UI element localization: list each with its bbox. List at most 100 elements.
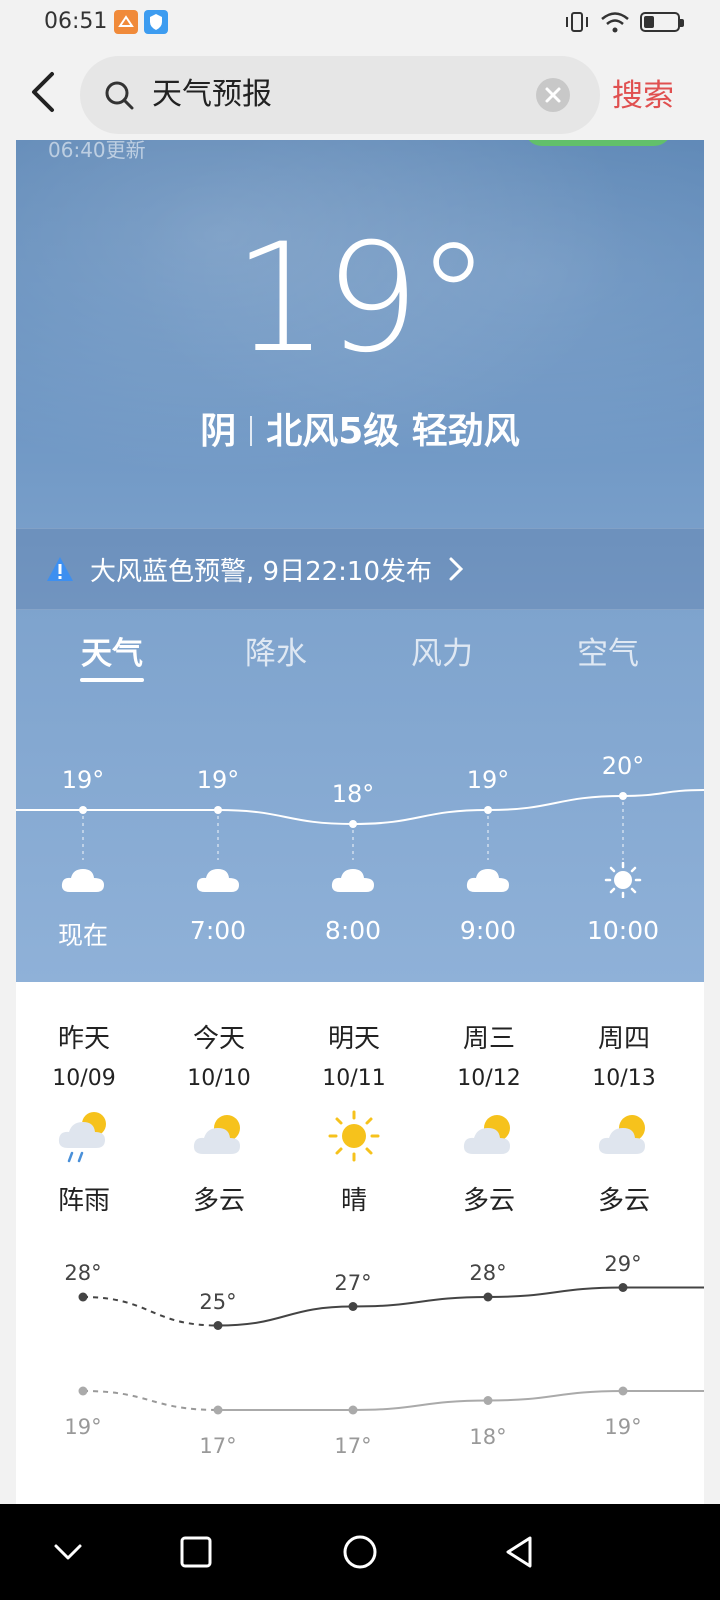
battery-icon	[640, 12, 684, 32]
hour-label: 7:00	[189, 916, 247, 945]
low-temp-point	[348, 1405, 358, 1415]
hour-temperature: 18°	[331, 780, 375, 808]
hour-point	[214, 806, 222, 814]
weather-alert[interactable]: 大风蓝色预警, 9日22:10发布	[16, 528, 704, 610]
high-temperature: 25°	[199, 1289, 237, 1314]
day-name: 今天	[192, 1024, 245, 1054]
tab-air[interactable]: 空气	[548, 628, 668, 673]
cloud-icon	[331, 869, 374, 892]
tab-precipitation[interactable]: 降水	[216, 628, 336, 673]
tab-weather[interactable]: 天气	[52, 628, 172, 673]
day-condition: 多云	[597, 1186, 650, 1216]
hour-temperature: 19°	[466, 766, 510, 794]
partly-cloudy-icon	[598, 1115, 645, 1154]
day-date: 10/09	[52, 1066, 116, 1091]
tab-indicator	[80, 678, 144, 682]
sun-icon	[604, 862, 642, 898]
home-button[interactable]	[338, 1530, 382, 1574]
low-temperature: 19°	[64, 1415, 102, 1439]
low-temp-point	[213, 1405, 223, 1415]
vibrate-icon	[566, 12, 588, 32]
air-quality-badge[interactable]	[524, 140, 672, 146]
status-bar: 06:51	[0, 0, 720, 44]
warning-icon	[47, 557, 73, 581]
high-temp-point	[78, 1292, 88, 1302]
high-temp-point	[618, 1283, 628, 1292]
search-input[interactable]: 天气预报	[152, 56, 512, 134]
search-box[interactable]: 天气预报	[80, 56, 600, 134]
high-temp-point	[213, 1321, 223, 1330]
search-icon	[105, 81, 134, 110]
high-temp-line	[217, 1286, 704, 1327]
low-temperature: 19°	[604, 1415, 642, 1439]
partly-cloudy-icon	[463, 1115, 510, 1154]
status-time: 06:51	[44, 9, 108, 34]
chevron-right-icon	[449, 557, 464, 581]
hour-point	[619, 792, 627, 800]
back-button[interactable]	[24, 68, 64, 116]
partly-cloudy-icon	[193, 1115, 240, 1154]
wifi-icon	[601, 12, 629, 33]
low-temperature: 17°	[199, 1434, 237, 1458]
status-indicators	[564, 8, 684, 36]
hour-temperature: 19°	[196, 766, 240, 794]
updated-time: 06:40更新	[48, 140, 146, 162]
cloud-icon	[61, 869, 104, 892]
low-temperature: 18°	[469, 1424, 507, 1449]
hour-point	[79, 806, 87, 814]
high-temperature: 28°	[469, 1261, 507, 1285]
high-temperature: 28°	[64, 1261, 102, 1285]
day-condition: 多云	[192, 1186, 245, 1216]
chevron-down-icon[interactable]	[46, 1530, 90, 1574]
navigation-bar	[0, 1504, 720, 1600]
high-temp-point	[348, 1302, 358, 1311]
high-temperature: 27°	[334, 1270, 372, 1295]
day-name: 明天	[327, 1024, 380, 1054]
hour-temperature: 20°	[601, 752, 645, 780]
hour-point	[349, 820, 357, 828]
hour-label: 8:00	[324, 916, 382, 945]
day-condition: 多云	[462, 1186, 515, 1216]
condition-text: 阴	[200, 411, 237, 452]
current-temperature: 19°	[233, 212, 491, 386]
day-date: 10/12	[457, 1066, 521, 1091]
day-name: 周三	[462, 1024, 515, 1054]
shower-icon	[58, 1112, 106, 1163]
alert-text: 大风蓝色预警, 9日22:10发布	[90, 557, 432, 587]
cloud-icon	[196, 869, 239, 892]
hour-point	[484, 806, 492, 814]
app-notification-icon	[114, 10, 138, 34]
cloud-icon	[466, 869, 509, 892]
clear-button[interactable]	[536, 78, 570, 112]
weather-card: 06:40更新 19° 阴北风5级 轻劲风 大风蓝色预警, 9日22:10发布 …	[16, 140, 704, 982]
condition-line: 阴北风5级 轻劲风	[16, 402, 704, 454]
low-temp-line	[218, 1390, 704, 1411]
hour-label: 9:00	[459, 916, 517, 945]
low-temperature: 17°	[334, 1434, 372, 1458]
day-name: 周四	[597, 1024, 650, 1054]
search-header: 天气预报 搜索	[0, 44, 720, 140]
day-date: 10/10	[187, 1066, 251, 1091]
wind-text: 北风5级 轻劲风	[266, 411, 520, 452]
search-button[interactable]: 搜索	[612, 70, 674, 115]
hour-temperature: 19°	[61, 766, 105, 794]
low-temp-point	[483, 1396, 493, 1405]
back-nav-button[interactable]	[498, 1530, 542, 1574]
recent-apps-button[interactable]	[174, 1530, 218, 1574]
forecast-tabs: 天气 降水 风力 空气	[16, 620, 704, 700]
sunny-icon	[328, 1110, 380, 1162]
day-name: 昨天	[57, 1024, 110, 1054]
low-temp-point	[618, 1386, 628, 1396]
day-condition: 阵雨	[57, 1186, 110, 1216]
low-temp-point	[78, 1386, 88, 1396]
day-date: 10/11	[322, 1066, 386, 1091]
hour-label: 10:00	[586, 916, 660, 945]
day-condition: 晴	[340, 1186, 367, 1216]
shield-notification-icon	[144, 10, 168, 34]
hour-label: 现在	[57, 921, 108, 950]
daily-forecast: 昨天 10/09 阵雨 今天 10/10 多云 明天 10/11 晴 周三 10…	[16, 982, 704, 1504]
close-icon	[545, 87, 561, 103]
high-temperature: 29°	[604, 1251, 642, 1276]
day-date: 10/13	[592, 1066, 656, 1091]
tab-wind[interactable]: 风力	[382, 628, 502, 673]
